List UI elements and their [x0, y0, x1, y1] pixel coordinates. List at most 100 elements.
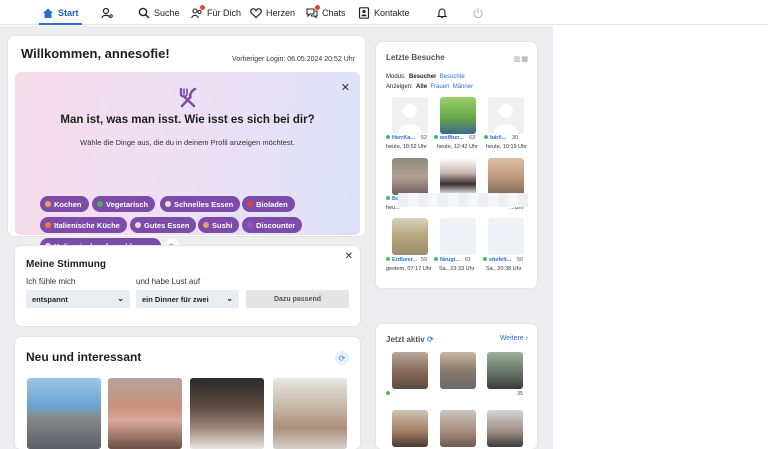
user-settings-icon [101, 7, 113, 19]
close-icon[interactable]: ✕ [345, 251, 353, 262]
visitor-photo[interactable] [440, 158, 476, 195]
visitor-name[interactable]: HerrKa... [386, 135, 415, 141]
tag-kochen[interactable]: Kochen [40, 196, 89, 212]
refresh-icon[interactable]: ⟳ [335, 351, 349, 365]
mood-card: Meine Stimmung ✕ Ich fühle mich und habe… [15, 246, 360, 326]
nav-chats-label: Chats [322, 7, 346, 18]
notification-dot [315, 4, 320, 10]
nav-start-label: Start [58, 7, 79, 18]
tag-schnelles-essen[interactable]: Schnelles Essen [160, 196, 241, 212]
nav-profile[interactable] [101, 0, 113, 25]
heart-icon [250, 7, 262, 19]
more-link[interactable]: Weitere › [500, 335, 528, 342]
nav-herzen[interactable]: Herzen [250, 0, 295, 25]
new-section-title: Neu und interessant [26, 350, 142, 364]
mode-row: Modus: Besucher Besuchte [386, 74, 465, 80]
active-now-card: Jetzt aktiv ⟳ Weitere › 35 [376, 324, 537, 449]
nav-chats[interactable]: Chats [306, 0, 346, 25]
visit-time: gestern, 07:17 Uhr [386, 266, 432, 272]
feeling-select[interactable]: entspannt ⌄ [26, 290, 130, 308]
profile-photo[interactable] [108, 378, 182, 449]
visitor-age: 61 [465, 257, 472, 263]
nav-notifications[interactable] [436, 0, 448, 25]
active-user-photo[interactable] [487, 410, 523, 447]
grid-view-icon[interactable]: ▥▦ [514, 55, 529, 63]
fork-knife-icon [177, 86, 199, 108]
contacts-icon [358, 6, 370, 19]
nav-logout[interactable] [472, 0, 484, 25]
visit-time: Sa., 23:33 Uhr [439, 266, 475, 272]
filter-row: Anzeigen: Alle Frauen Männer [386, 84, 474, 90]
filter-all[interactable]: Alle [416, 84, 427, 90]
apple-icon [247, 201, 253, 207]
visitor-name[interactable]: Erdbeer... [386, 257, 417, 263]
visitor-photo[interactable] [488, 158, 524, 195]
active-user-photo[interactable] [440, 410, 476, 447]
chef-icon [45, 201, 51, 207]
profile-photo[interactable] [273, 378, 347, 449]
filter-women[interactable]: Frauen [430, 84, 449, 90]
visitor-age: 59 [421, 257, 428, 263]
nav-kontakte[interactable]: Kontakte [358, 0, 410, 25]
recent-visits-title: Letzte Besuche [386, 53, 445, 62]
active-user-name[interactable] [386, 391, 392, 397]
visitor-avatar[interactable] [392, 97, 428, 134]
nav-herzen-label: Herzen [266, 7, 296, 18]
visitor-photo[interactable] [488, 218, 524, 255]
fastfood-icon [165, 201, 171, 207]
new-and-interesting-card: Neu und interessant ⟳ [15, 337, 360, 449]
nav-suche[interactable]: Suche [138, 0, 180, 25]
close-icon[interactable]: ✕ [341, 81, 350, 94]
visitor-avatar[interactable] [488, 97, 524, 134]
tag-italienische-kueche[interactable]: Italienische Küche [40, 217, 127, 233]
welcome-title: Willkommen, annesofie! [21, 46, 170, 61]
nav-fuer-dich[interactable]: Für Dich [191, 0, 241, 25]
refresh-icon[interactable]: ⟳ [427, 335, 434, 344]
online-dot [386, 196, 390, 200]
visit-time: heute, 10:19 Uhr [486, 144, 527, 150]
profile-photo[interactable] [27, 378, 101, 449]
active-user-photo[interactable] [392, 410, 428, 447]
active-user-photo[interactable] [487, 352, 523, 389]
filter-men[interactable]: Männer [453, 84, 473, 90]
nav-start[interactable]: Start [39, 0, 81, 25]
matching-button[interactable]: Dazu passend [246, 290, 349, 308]
recent-visits-card: Letzte Besuche ▥▦ Modus: Besucher Besuch… [376, 42, 537, 288]
visitor-name[interactable]: Neugi... [434, 257, 460, 263]
active-now-title: Jetzt aktiv ⟳ [386, 335, 434, 344]
mode-visited[interactable]: Besuchte [440, 74, 465, 80]
home-icon [42, 7, 54, 19]
vegetable-icon [97, 201, 103, 207]
bell-icon [436, 7, 448, 19]
tag-vegetarisch[interactable]: Vegetarisch [92, 196, 156, 212]
visitor-age: 63 [469, 135, 476, 141]
tag-gutes-essen[interactable]: Gutes Essen [130, 217, 197, 233]
visitor-photo[interactable] [440, 97, 476, 134]
nav-fuer-dich-label: Für Dich [207, 7, 242, 18]
tag-discounter[interactable]: Discounter [242, 217, 303, 233]
visitor-name[interactable]: wolfber... [434, 135, 464, 141]
chevron-down-icon: ⌄ [226, 294, 233, 303]
desire-select[interactable]: ein Dinner für zwei ⌄ [136, 290, 239, 308]
visitor-photo[interactable] [392, 158, 428, 195]
visitor-photo[interactable] [392, 218, 428, 255]
visitor-photo[interactable] [440, 218, 476, 255]
pizza-icon [45, 222, 51, 228]
active-user-photo[interactable] [440, 352, 476, 389]
visit-time: heute, 18:52 Uhr [386, 144, 427, 150]
online-dot [386, 391, 390, 395]
mood-label-desire: und habe Lust auf [136, 277, 201, 286]
online-dot [484, 135, 488, 139]
visitor-age: 50 [517, 257, 524, 263]
welcome-card: Willkommen, annesofie! Vorheriger Login:… [8, 36, 365, 254]
visitor-name[interactable]: stiefelt... [483, 257, 511, 263]
mode-visitors[interactable]: Besucher [409, 74, 436, 80]
online-dot [434, 257, 438, 261]
tag-bioladen[interactable]: Bioladen [242, 196, 295, 212]
active-user-photo[interactable] [392, 352, 428, 389]
tag-sushi[interactable]: Sushi [198, 217, 240, 233]
profile-photo[interactable] [190, 378, 264, 449]
mood-label-feeling: Ich fühle mich [26, 277, 76, 286]
visitor-name[interactable]: bärli... [484, 135, 506, 141]
power-icon [472, 7, 484, 19]
